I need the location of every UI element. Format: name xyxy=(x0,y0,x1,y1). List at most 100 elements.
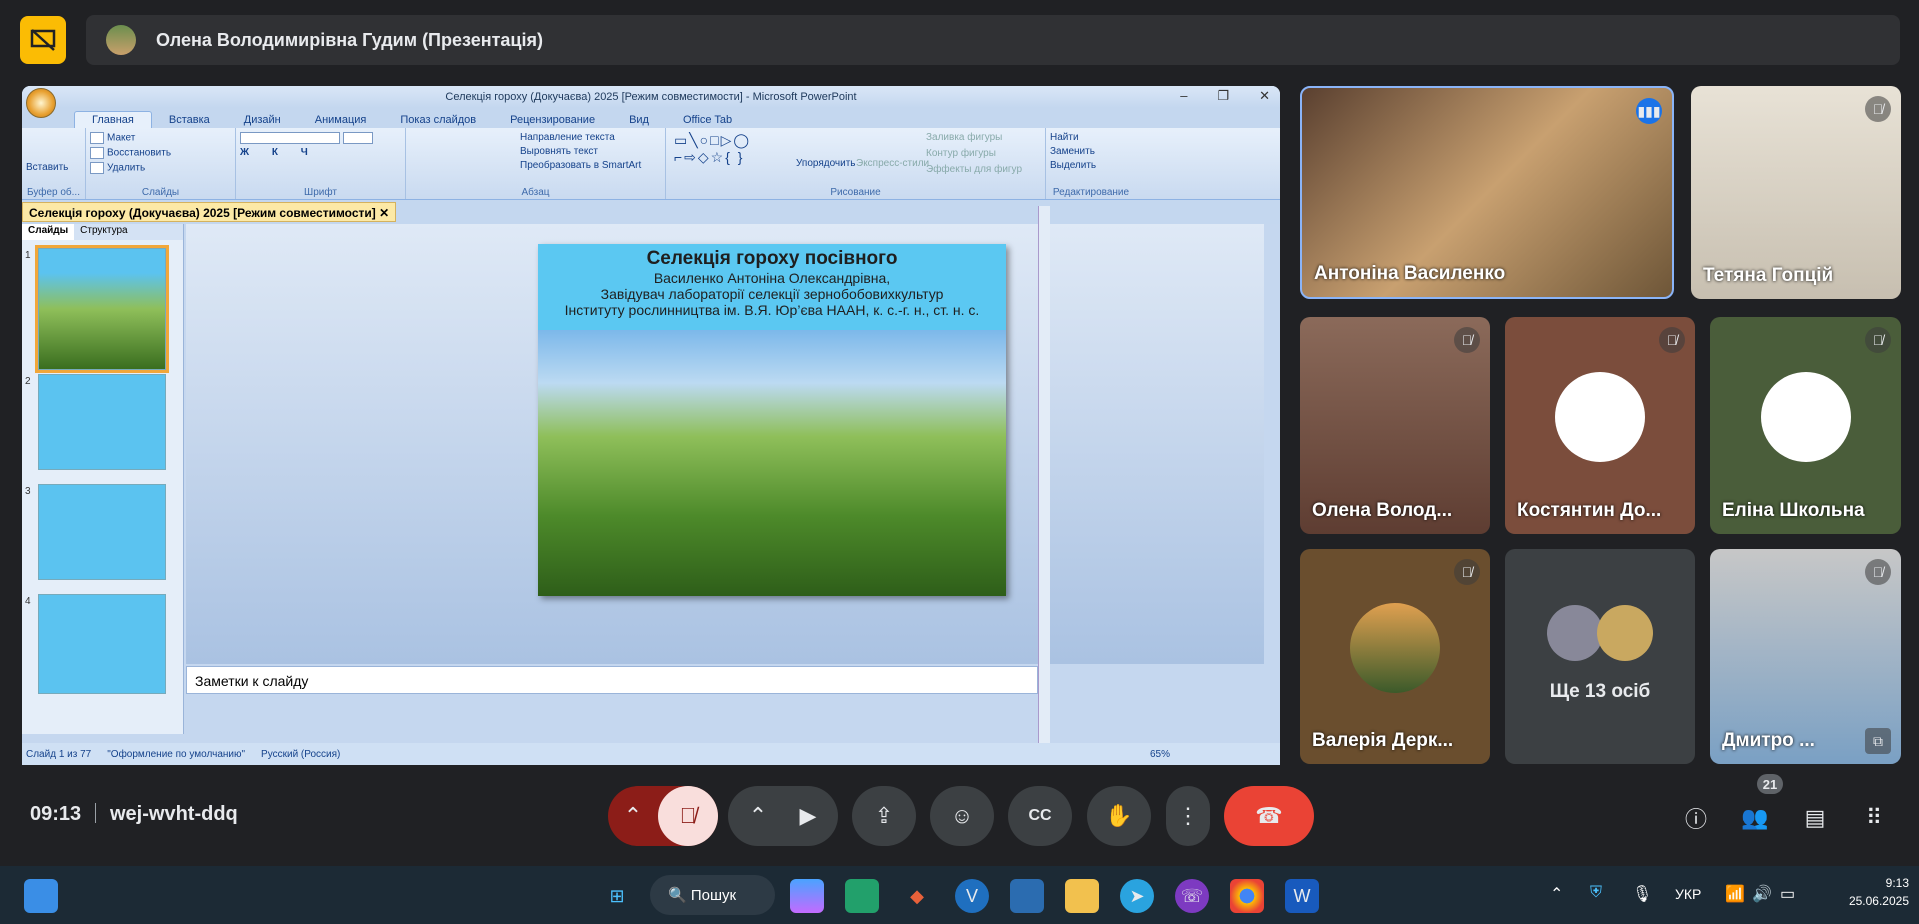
slide-canvas[interactable]: Селекція гороху посівного Василенко Анто… xyxy=(186,224,1264,664)
volume-icon[interactable]: 🔊 xyxy=(1752,884,1772,904)
mic-options-chevron-icon[interactable]: ⌃ xyxy=(608,803,658,829)
taskbar-search[interactable]: 🔍 Пошук xyxy=(650,875,775,915)
slide-thumb-2[interactable] xyxy=(38,374,166,470)
office-button[interactable] xyxy=(26,88,56,118)
app-icon[interactable] xyxy=(845,879,879,913)
leave-call-button[interactable]: ☎ xyxy=(1224,786,1314,846)
chat-icon[interactable]: ▤ xyxy=(1797,800,1833,836)
file-explorer-icon[interactable] xyxy=(1065,879,1099,913)
tab-view[interactable]: Вид xyxy=(612,112,666,128)
people-icon[interactable]: 👥 xyxy=(1737,800,1773,836)
app-icon[interactable]: V xyxy=(955,879,989,913)
participant-name: Валерія Дерк... xyxy=(1312,730,1454,751)
find-button[interactable]: Найти xyxy=(1050,132,1132,143)
mic-control: ⌃ 🎙̸ xyxy=(608,786,718,846)
participant-tile[interactable]: 🎙̸ Тетяна Гопцій xyxy=(1691,86,1901,299)
chrome-icon[interactable] xyxy=(1230,879,1264,913)
quick-styles-button[interactable]: Экспресс-стили xyxy=(856,158,929,169)
reset-button[interactable]: Восстановить xyxy=(107,148,171,159)
current-slide[interactable]: Селекція гороху посівного Василенко Анто… xyxy=(538,244,1006,596)
viber-icon[interactable]: ☏ xyxy=(1175,879,1209,913)
wifi-icon[interactable]: 📶 xyxy=(1725,884,1745,904)
start-icon[interactable]: ⊞ xyxy=(600,879,634,913)
tab-insert[interactable]: Вставка xyxy=(152,112,227,128)
paste-button[interactable]: Вставить xyxy=(26,162,81,173)
more-options-button[interactable]: ⋮ xyxy=(1166,786,1210,846)
mic-off-icon: 🎙̸ xyxy=(1454,559,1480,585)
participant-tile[interactable]: ▮▮▮ Антоніна Василенко xyxy=(1300,86,1674,299)
tray-chevron-icon[interactable]: ⌃ xyxy=(1550,884,1563,904)
tab-review[interactable]: Рецензирование xyxy=(493,112,612,128)
notes-field[interactable]: Заметки к слайду xyxy=(186,666,1038,694)
widgets-icon[interactable] xyxy=(24,879,58,913)
replace-button[interactable]: Заменить xyxy=(1050,146,1132,157)
word-icon[interactable]: W xyxy=(1285,879,1319,913)
telegram-icon[interactable]: ➤ xyxy=(1120,879,1154,913)
info-icon[interactable]: ⓘ xyxy=(1678,800,1714,836)
camera-options-chevron-icon[interactable]: ⌃ xyxy=(733,803,783,829)
text-direction-button[interactable]: Направление текста xyxy=(410,132,661,143)
mic-off-icon: 🎙̸ xyxy=(1454,327,1480,353)
font-size-input[interactable] xyxy=(343,132,373,144)
camera-button[interactable]: ▶ xyxy=(783,803,833,829)
participant-tile[interactable]: 🎙̸ Валерія Дерк... xyxy=(1300,549,1490,764)
shape-fill-button[interactable]: Заливка фигуры xyxy=(926,132,1002,143)
delete-icon xyxy=(90,162,104,174)
zoom-level[interactable]: 65% xyxy=(1150,749,1170,760)
captions-button[interactable]: CC xyxy=(1008,786,1072,846)
presenter-banner: Олена Володимирівна Гудим (Презентація) xyxy=(86,15,1900,65)
group-font: Ж К Ч Шрифт xyxy=(236,128,406,199)
shape-outline-button[interactable]: Контур фигуры xyxy=(926,148,996,159)
arrange-button[interactable]: Упорядочить xyxy=(796,158,856,169)
smartart-button[interactable]: Преобразовать в SmartArt xyxy=(410,160,661,171)
tab-home[interactable]: Главная xyxy=(74,111,152,128)
language-indicator[interactable]: УКР xyxy=(1675,886,1701,902)
others-tile[interactable]: Ще 13 осіб xyxy=(1505,549,1695,764)
app-icon[interactable] xyxy=(1010,879,1044,913)
font-name-input[interactable] xyxy=(240,132,340,144)
slide-thumb-3[interactable] xyxy=(38,484,166,580)
copilot-icon[interactable] xyxy=(790,879,824,913)
group-label: Рисование xyxy=(830,187,881,198)
shapes-gallery[interactable]: ▭╲○□▷◯ ⌐⇨◇☆{ } xyxy=(674,132,751,166)
camera-control: ⌃ ▶ xyxy=(728,786,838,846)
thumb-number: 2 xyxy=(25,376,31,387)
app-icon[interactable]: ◆ xyxy=(900,879,934,913)
shape-effects-button[interactable]: Эффекты для фигур xyxy=(926,164,1022,175)
slide-thumb-1[interactable] xyxy=(35,245,169,373)
tab-design[interactable]: Дизайн xyxy=(227,112,298,128)
tab-animation[interactable]: Анимация xyxy=(298,112,384,128)
taskbar-clock[interactable]: 9:13 25.06.2025 xyxy=(1849,874,1909,910)
vertical-scrollbar[interactable] xyxy=(1038,206,1050,746)
activities-icon[interactable]: ⠿ xyxy=(1856,800,1892,836)
participant-tile[interactable]: 🎙̸ Еліна Школьна xyxy=(1710,317,1901,534)
tab-office-tab[interactable]: Office Tab xyxy=(666,112,749,128)
tab-outline[interactable]: Структура xyxy=(74,224,133,240)
present-button[interactable]: ⇪ xyxy=(852,786,916,846)
defender-icon[interactable]: ⛨ xyxy=(1590,884,1602,902)
battery-icon[interactable]: ▭ xyxy=(1780,884,1795,904)
group-label: Шрифт xyxy=(304,187,337,198)
slide-thumb-4[interactable] xyxy=(38,594,166,694)
taskbar-date: 25.06.2025 xyxy=(1848,894,1909,908)
delete-button[interactable]: Удалить xyxy=(107,163,145,174)
tab-slides[interactable]: Слайды xyxy=(22,224,75,240)
mic-icon[interactable]: 🎙 xyxy=(1632,884,1652,904)
participant-tile[interactable]: 🎙̸ ⧉ Дмитро ... xyxy=(1710,549,1901,764)
maximize-icon[interactable]: ❐ xyxy=(1217,88,1229,104)
tab-slideshow[interactable]: Показ слайдов xyxy=(383,112,493,128)
select-button[interactable]: Выделить xyxy=(1050,160,1132,171)
mic-off-button[interactable]: 🎙̸ xyxy=(658,786,718,846)
minimize-icon[interactable]: – xyxy=(1180,88,1187,104)
picture-in-picture-icon[interactable]: ⧉ xyxy=(1865,728,1891,754)
emoji-button[interactable]: ☺ xyxy=(930,786,994,846)
raise-hand-button[interactable]: ✋ xyxy=(1087,786,1151,846)
participant-tile[interactable]: 🎙̸ Олена Волод... xyxy=(1300,317,1490,534)
align-text-button[interactable]: Выровнять текст xyxy=(410,146,661,157)
layout-button[interactable]: Макет xyxy=(107,133,135,144)
powerpoint-window: Селекція гороху (Докучаєва) 2025 [Режим … xyxy=(22,86,1280,765)
presentation-icon[interactable] xyxy=(20,16,66,64)
document-tab[interactable]: Селекція гороху (Докучаєва) 2025 [Режим … xyxy=(22,202,397,222)
participant-tile[interactable]: 🎙̸ Костянтин До... xyxy=(1505,317,1695,534)
close-icon[interactable]: ✕ xyxy=(1259,88,1270,104)
